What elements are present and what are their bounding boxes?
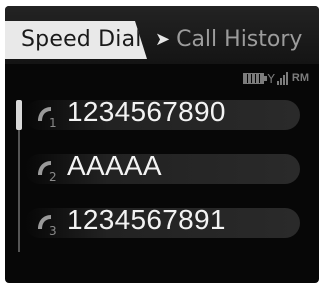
speed-dial-number: 2 — [49, 170, 57, 184]
chevron-right-icon: ➤ — [155, 29, 171, 50]
speed-dial-label: 1234567891 — [67, 204, 226, 235]
tab-call-history[interactable]: ➤ Call History — [155, 27, 302, 52]
tab-speed-dial-label: Speed Dial — [21, 27, 142, 52]
roaming-indicator: RM — [291, 72, 309, 84]
speed-dial-entry[interactable]: 3 1234567891 — [25, 202, 300, 246]
speed-dial-number: 3 — [49, 224, 57, 238]
signal-bars-icon: Y — [268, 71, 288, 85]
scrollbar-thumb[interactable] — [16, 100, 22, 130]
status-indicators: Y RM — [242, 70, 309, 86]
speed-dial-entry[interactable]: 1 1234567890 — [25, 94, 300, 138]
tab-bar: Speed Dial ➤ Call History — [5, 6, 319, 64]
tab-call-history-label: Call History — [176, 27, 303, 52]
speed-dial-number: 1 — [49, 116, 57, 130]
antenna-icon: Y — [267, 72, 275, 86]
battery-icon — [242, 72, 267, 84]
speed-dial-screen: Speed Dial ➤ Call History Y RM 1 12345678… — [5, 6, 319, 283]
speed-dial-entry[interactable]: 2 AAAAA — [25, 148, 300, 192]
speed-dial-label: 1234567890 — [67, 96, 226, 127]
tab-speed-dial[interactable]: Speed Dial — [5, 21, 147, 59]
speed-dial-label: AAAAA — [67, 150, 162, 181]
